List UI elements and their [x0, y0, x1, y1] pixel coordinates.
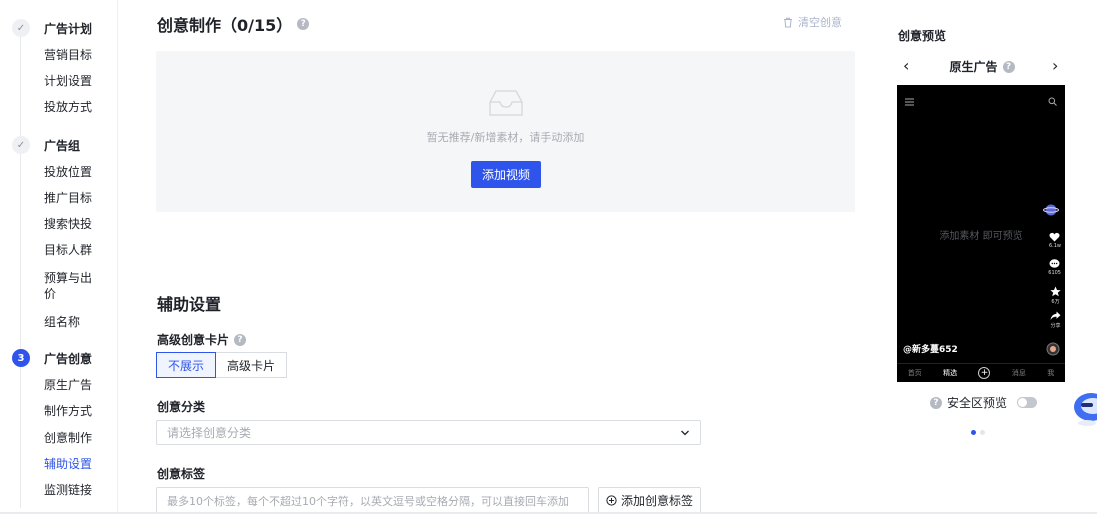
carousel-dot[interactable] — [980, 430, 985, 435]
share-label: 分享 — [1050, 323, 1061, 329]
favorite-count: 6万 — [1051, 299, 1060, 305]
assistant-robot-icon[interactable] — [1072, 385, 1097, 430]
menu-icon — [905, 98, 914, 106]
star-icon — [1050, 286, 1061, 297]
step-sidebar: ✓ 广告计划 营销目标 计划设置 投放方式 ✓ 广告组 投放位置 推广目标 搜索… — [0, 0, 118, 514]
like-count: 6.1w — [1048, 243, 1061, 249]
creative-title-text: 创意制作（0/15） — [157, 16, 293, 35]
carousel-dots — [971, 430, 985, 435]
comment-count: 6105 — [1048, 270, 1061, 276]
preview-placement-label: 原生广告 — [949, 60, 998, 74]
sidebar-item-aux-settings[interactable]: 辅助设置 — [44, 456, 92, 472]
avatar-icon — [1043, 204, 1059, 216]
sidebar-item-audience[interactable]: 目标人群 — [44, 242, 92, 258]
step-ad-plan[interactable]: ✓ 广告计划 — [12, 18, 92, 38]
creative-section-title: 创意制作（0/15） ? — [157, 12, 310, 36]
tab-me: 我 — [1047, 369, 1055, 377]
preview-title: 创意预览 — [898, 29, 947, 43]
card-label-text: 高级创意卡片 — [157, 333, 230, 347]
step-title: 广告创意 — [44, 351, 93, 366]
step-title: 广告组 — [44, 138, 81, 153]
preview-placeholder-text: 添加素材 即可预览 — [939, 231, 1023, 242]
sidebar-item-tracking-link[interactable]: 监测链接 — [44, 482, 92, 498]
phone-preview: 添加素材 即可预览 6.1w 6105 6万 分享 @新多蔓652 首页 精选 … — [897, 85, 1065, 382]
help-icon[interactable]: ? — [930, 396, 942, 409]
comment-counter: 6105 — [1048, 259, 1061, 276]
help-icon[interactable]: ? — [1002, 60, 1015, 73]
card-field-label: 高级创意卡片 ? — [157, 331, 247, 348]
preview-nav: ‹ 原生广告 ? › — [897, 56, 1067, 76]
help-icon[interactable]: ? — [234, 333, 247, 346]
tag-input[interactable]: 最多10个标签，每个不超过10个字符，以英文逗号或空格分隔，可以直接回车添加 — [156, 487, 589, 514]
sidebar-item-placement[interactable]: 投放位置 — [44, 164, 92, 180]
tab-home: 首页 — [907, 369, 922, 377]
step-number-badge: 3 — [12, 349, 30, 367]
sidebar-item-budget-bid[interactable]: 预算与出价 — [44, 270, 98, 302]
check-icon: ✓ — [12, 136, 30, 154]
preview-username: @新多蔓652 — [903, 345, 958, 355]
heart-icon — [1049, 232, 1060, 242]
step-ad-creative[interactable]: 3 广告创意 — [12, 348, 92, 368]
share-icon — [1050, 311, 1061, 320]
category-field-label: 创意分类 — [157, 400, 206, 414]
sidebar-item-production-method[interactable]: 制作方式 — [44, 403, 92, 419]
phone-tab-bar: 首页 精选 + 消息 我 — [897, 363, 1065, 382]
sidebar-item-search-boost[interactable]: 搜索快投 — [44, 216, 92, 232]
card-option-hide[interactable]: 不展示 — [156, 352, 217, 378]
chevron-right-icon[interactable]: › — [1052, 56, 1058, 76]
card-option-advanced[interactable]: 高级卡片 — [215, 352, 288, 378]
tab-featured: 精选 — [943, 369, 958, 377]
empty-inbox-icon — [489, 90, 523, 116]
plus-circle-icon — [606, 495, 617, 506]
sidebar-item-promo-target[interactable]: 推广目标 — [44, 190, 92, 206]
step-rail — [20, 28, 21, 508]
music-disc-icon — [1046, 342, 1060, 356]
sidebar-item-plan-settings[interactable]: 计划设置 — [44, 73, 92, 89]
sidebar-item-group-name[interactable]: 组名称 — [44, 314, 80, 330]
safe-area-toggle-row: ? 安全区预览 — [930, 394, 1038, 411]
sidebar-item-creative-production[interactable]: 创意制作 — [44, 430, 92, 446]
favorite-counter: 6万 — [1050, 286, 1061, 305]
tag-field-label: 创意标签 — [157, 467, 206, 481]
help-icon[interactable]: ? — [297, 18, 310, 30]
category-placeholder: 请选择创意分类 — [167, 426, 252, 440]
empty-hint-text: 暂无推荐/新增素材，请手动添加 — [426, 131, 585, 144]
share-counter: 分享 — [1050, 311, 1061, 329]
trash-icon — [784, 17, 792, 27]
card-segmented-control: 不展示 高级卡片 — [156, 352, 288, 378]
comment-icon — [1049, 259, 1060, 268]
clear-creative-button[interactable]: 清空创意 — [783, 14, 842, 30]
category-select[interactable]: 请选择创意分类 — [156, 420, 701, 445]
creative-empty-area: 暂无推荐/新增素材，请手动添加 添加视频 — [156, 51, 855, 212]
step-ad-group[interactable]: ✓ 广告组 — [12, 135, 80, 155]
add-tag-button[interactable]: 添加创意标签 — [598, 487, 701, 514]
sidebar-item-native-ad[interactable]: 原生广告 — [44, 377, 92, 393]
tab-messages: 消息 — [1011, 369, 1026, 377]
clear-creative-label: 清空创意 — [798, 16, 842, 29]
add-video-button[interactable]: 添加视频 — [471, 161, 541, 188]
safe-area-switch[interactable] — [1017, 397, 1038, 408]
step-title: 广告计划 — [44, 21, 93, 36]
aux-section-title: 辅助设置 — [157, 295, 222, 314]
search-icon — [1048, 97, 1057, 106]
sidebar-item-delivery-method[interactable]: 投放方式 — [44, 99, 92, 115]
preview-placement: 原生广告 ? — [897, 58, 1067, 75]
sidebar-item-marketing-goal[interactable]: 营销目标 — [44, 47, 92, 63]
check-icon: ✓ — [12, 19, 30, 37]
safe-area-label: 安全区预览 — [947, 396, 1008, 410]
plus-icon: + — [978, 367, 991, 379]
carousel-dot-active[interactable] — [971, 430, 976, 435]
chevron-down-icon — [681, 430, 689, 436]
like-counter: 6.1w — [1049, 232, 1061, 249]
add-tag-label: 添加创意标签 — [620, 494, 693, 508]
